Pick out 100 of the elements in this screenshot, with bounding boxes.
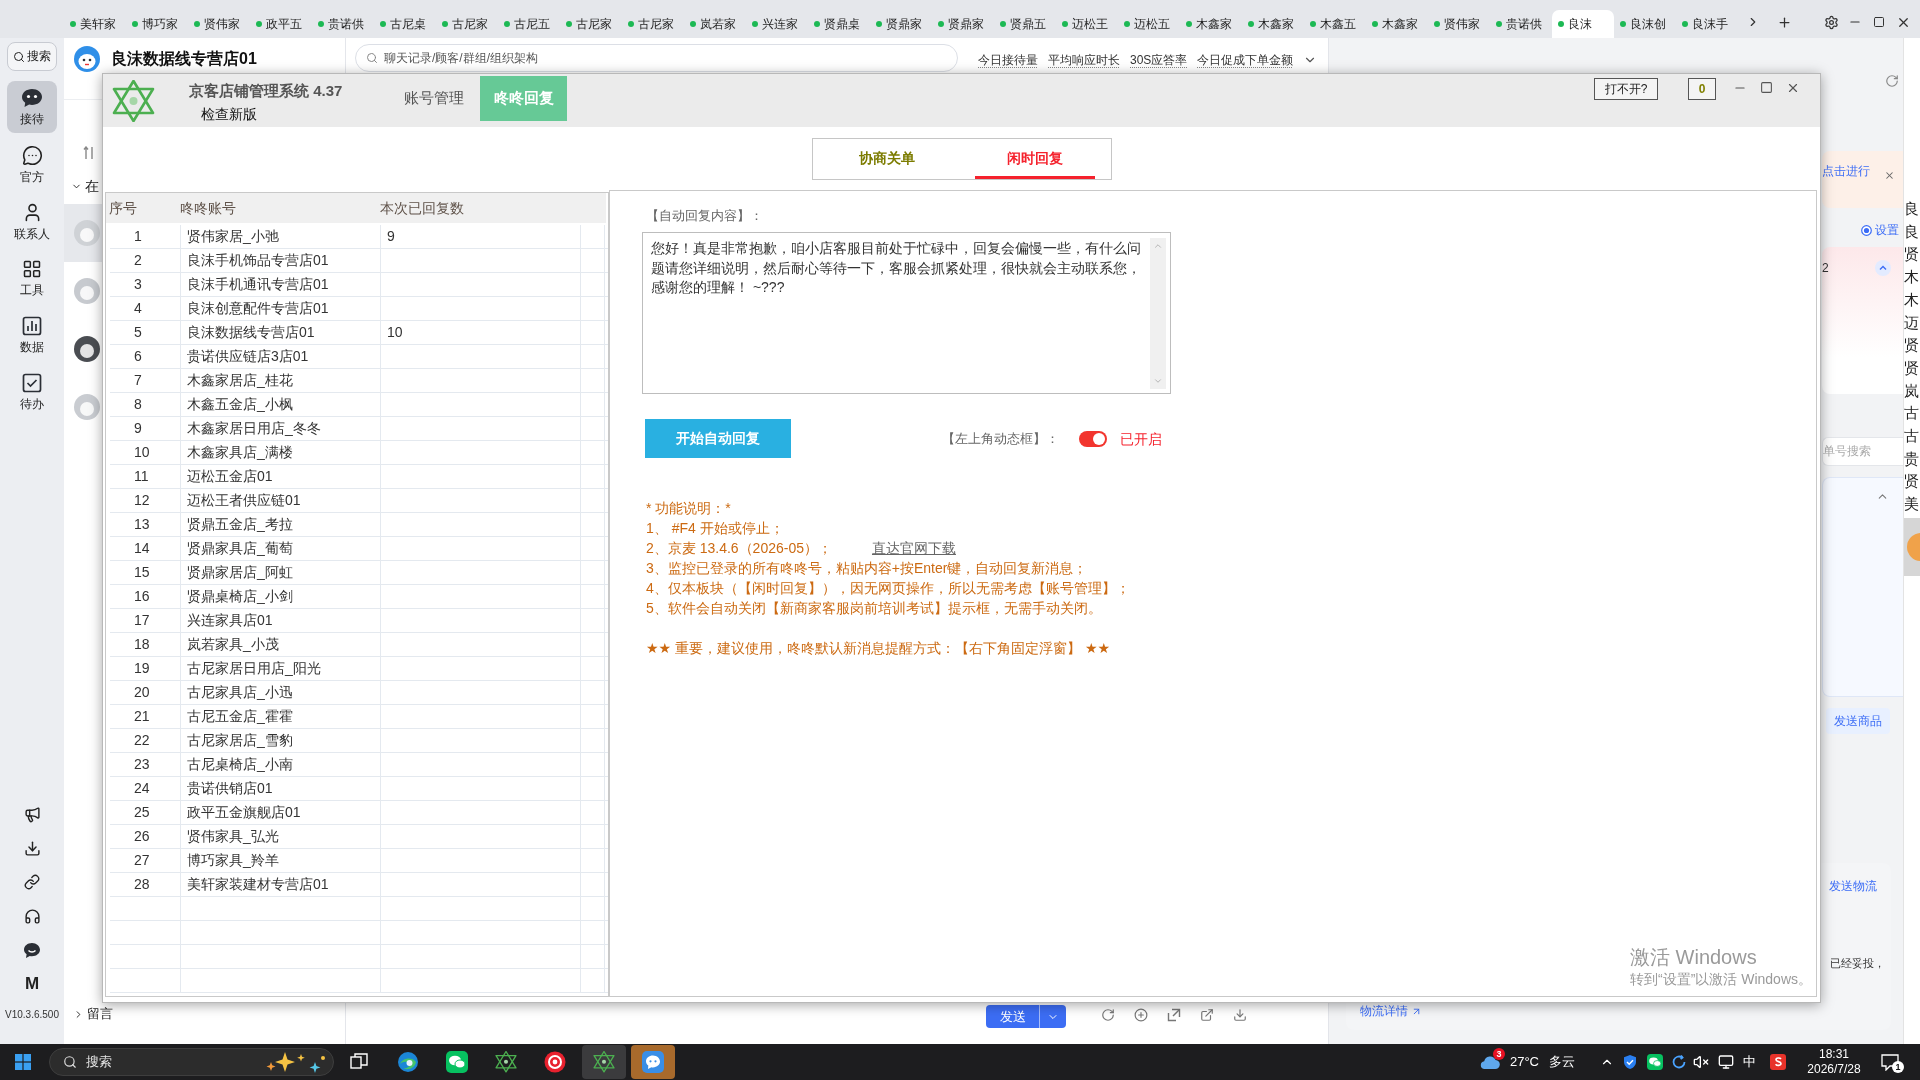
stat-label[interactable]: 今日促成下单金额 bbox=[1197, 53, 1294, 67]
update-link[interactable]: 检查新版 bbox=[201, 104, 257, 124]
close-icon[interactable] bbox=[1786, 81, 1800, 95]
contact-name[interactable]: 古 bbox=[1904, 402, 1919, 426]
collapse-icon[interactable] bbox=[1875, 260, 1891, 276]
send-product-button[interactable]: 发送商品 bbox=[1826, 708, 1890, 734]
toggle-switch[interactable] bbox=[1079, 430, 1107, 447]
sidebar-item[interactable]: 工具 bbox=[7, 252, 57, 304]
tab[interactable]: 贤伟家 bbox=[188, 10, 250, 38]
radio-option[interactable]: 设置 bbox=[1861, 222, 1899, 238]
shield-icon[interactable] bbox=[1622, 1054, 1638, 1070]
tab[interactable]: 博巧家 bbox=[126, 10, 188, 38]
tab[interactable]: 贤鼎桌 bbox=[808, 10, 870, 38]
dot-icon bbox=[318, 21, 324, 27]
notice-link[interactable]: 点击进行 bbox=[1822, 163, 1870, 179]
tab[interactable]: 闲时回复 bbox=[974, 139, 1095, 179]
tab[interactable]: 古尼家 bbox=[436, 10, 498, 38]
contact-name[interactable]: 贤 bbox=[1904, 334, 1919, 357]
external-link-icon[interactable] bbox=[1200, 1008, 1214, 1022]
sidebar-item[interactable]: 官方 bbox=[7, 138, 57, 190]
tab[interactable]: 迈松五 bbox=[1118, 10, 1180, 38]
contact-name[interactable]: 贵 bbox=[1904, 447, 1919, 471]
search-field[interactable]: 搜索 bbox=[49, 1048, 334, 1076]
network-icon[interactable] bbox=[1718, 1054, 1734, 1070]
stat-label[interactable]: 平均响应时长 bbox=[1048, 53, 1120, 67]
download-link[interactable]: 直达官网下载 bbox=[872, 538, 956, 558]
tab[interactable]: 古尼家 bbox=[622, 10, 684, 38]
refresh-icon[interactable] bbox=[1885, 74, 1899, 88]
stat-label[interactable]: 今日接待量 bbox=[978, 53, 1038, 67]
tab[interactable]: 美轩家 bbox=[64, 10, 126, 38]
tab[interactable]: 木鑫五 bbox=[1304, 10, 1366, 38]
send-logistics-link[interactable]: 发送物流 bbox=[1829, 878, 1877, 894]
dot-icon bbox=[1248, 21, 1254, 27]
tab[interactable]: 良沫手 bbox=[1676, 10, 1738, 38]
tab[interactable]: 古尼家 bbox=[560, 10, 622, 38]
app-tray-icon[interactable] bbox=[1770, 1054, 1786, 1070]
plus-circle-icon[interactable] bbox=[1134, 1008, 1148, 1022]
contact-name[interactable]: 贤 bbox=[1904, 243, 1919, 267]
contact-name[interactable]: 木 bbox=[1904, 266, 1919, 289]
tab[interactable]: 木鑫家 bbox=[1180, 10, 1242, 38]
clock[interactable]: 18:31 2026/7/28 bbox=[1804, 1047, 1864, 1077]
contact-name[interactable]: 岚 bbox=[1904, 379, 1919, 403]
maximize-icon[interactable] bbox=[1872, 16, 1885, 28]
tab[interactable]: 政平五 bbox=[250, 10, 312, 38]
ime-indicator[interactable]: 中 bbox=[1743, 1054, 1756, 1070]
column-header: 序号 bbox=[108, 199, 138, 217]
contact-name[interactable]: 迈 bbox=[1904, 311, 1919, 335]
tab[interactable]: 良沫创 bbox=[1614, 10, 1676, 38]
contact-name[interactable]: 良 bbox=[1904, 198, 1919, 221]
tab[interactable]: 良沫 bbox=[1552, 10, 1614, 38]
headset-icon[interactable] bbox=[23, 907, 41, 925]
tab[interactable]: 贵诺供 bbox=[1490, 10, 1552, 38]
refresh-icon[interactable] bbox=[1101, 1008, 1115, 1022]
tab[interactable]: 木鑫家 bbox=[1242, 10, 1304, 38]
group-header[interactable]: 在 bbox=[71, 178, 99, 194]
settings-icon[interactable] bbox=[1823, 14, 1839, 30]
messenger-icon[interactable] bbox=[1647, 1054, 1663, 1070]
nav-tab[interactable]: 账号管理 bbox=[390, 76, 477, 121]
sidebar-item[interactable]: 联系人 bbox=[7, 195, 57, 247]
contact-name[interactable]: 美 bbox=[1904, 493, 1919, 516]
reply-textarea[interactable]: 您好！真是非常抱歉，咱小店客服目前处于忙碌中，回复会偏慢一些，有什么问题请您详细说明，然后耐心等待一下，客服会抓紧处理，很快就会主动联系您，感谢您的理解！ ~??? bbox=[642, 232, 1171, 394]
row-number: 19 bbox=[110, 657, 181, 680]
mute-icon[interactable] bbox=[1693, 1054, 1709, 1070]
sync-icon[interactable] bbox=[1671, 1054, 1687, 1070]
tab[interactable]: 木鑫家 bbox=[1366, 10, 1428, 38]
maximize-icon[interactable] bbox=[1760, 81, 1773, 94]
sidebar-item[interactable]: 接待 bbox=[7, 81, 57, 133]
search-button[interactable]: 搜索 bbox=[7, 42, 57, 71]
help-button[interactable]: 打不开? bbox=[1594, 78, 1658, 100]
tab[interactable]: 迈松王 bbox=[1056, 10, 1118, 38]
contact-name[interactable]: 木 bbox=[1904, 288, 1919, 312]
notification-icon[interactable] bbox=[1881, 1053, 1899, 1071]
megaphone-icon[interactable] bbox=[23, 805, 41, 823]
send-button[interactable]: 发送 bbox=[986, 1005, 1066, 1028]
logistics-link[interactable]: 物流详情 bbox=[1360, 1004, 1422, 1018]
tab[interactable]: 贤鼎家 bbox=[870, 10, 932, 38]
plus-icon[interactable] bbox=[1776, 14, 1792, 30]
logo-mark[interactable]: M bbox=[24, 974, 40, 994]
stat-label[interactable]: 30S应答率 bbox=[1130, 53, 1188, 67]
contact-name[interactable]: 良 bbox=[1904, 220, 1919, 244]
download-icon[interactable] bbox=[23, 839, 41, 857]
contact-name[interactable]: 古 bbox=[1904, 425, 1919, 448]
corner-arrow-icon[interactable] bbox=[1167, 1008, 1181, 1022]
tab[interactable]: 贤伟家 bbox=[1428, 10, 1490, 38]
chat-bubble-icon[interactable] bbox=[23, 941, 41, 959]
tab[interactable]: 古尼五 bbox=[498, 10, 560, 38]
tab[interactable]: 贤鼎家 bbox=[932, 10, 994, 38]
tab[interactable]: 协商关单 bbox=[826, 139, 947, 179]
tab[interactable]: 贤鼎五 bbox=[994, 10, 1056, 38]
sort-icon[interactable] bbox=[83, 146, 95, 160]
tab[interactable]: 贵诺供 bbox=[312, 10, 374, 38]
tab[interactable]: 岚若家 bbox=[684, 10, 746, 38]
sidebar-item[interactable]: 待办 bbox=[7, 366, 57, 418]
link-icon[interactable] bbox=[24, 874, 40, 890]
group-header[interactable]: 留言 bbox=[73, 1006, 345, 1022]
tab[interactable]: 古尼桌 bbox=[374, 10, 436, 38]
contact-name[interactable]: 贤 bbox=[1904, 356, 1919, 380]
contact-name[interactable]: 贤 bbox=[1904, 470, 1919, 494]
tab[interactable]: 兴连家 bbox=[746, 10, 808, 38]
sidebar-item[interactable]: 数据 bbox=[7, 309, 57, 361]
